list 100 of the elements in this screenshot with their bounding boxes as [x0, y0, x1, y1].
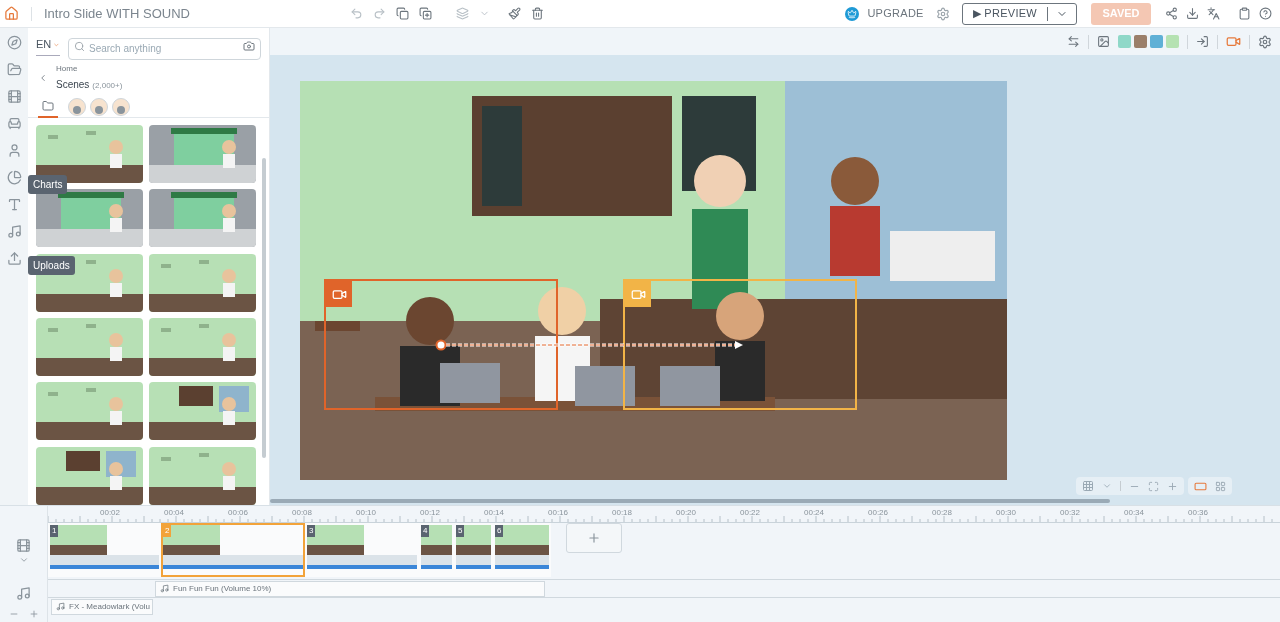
music-icon[interactable] [16, 585, 31, 601]
scene-thumbnail[interactable] [36, 446, 143, 505]
scene-thumbnail[interactable] [36, 318, 143, 376]
home-icon[interactable] [4, 6, 19, 21]
time-label: 00:02 [100, 507, 121, 519]
time-label: 00:26 [868, 507, 889, 519]
pie-chart-icon[interactable] [6, 170, 22, 185]
scene-thumbnail[interactable] [36, 382, 143, 441]
time-label: 00:22 [740, 507, 761, 519]
scene-thumbnail[interactable] [149, 382, 256, 441]
trash-icon[interactable] [530, 7, 544, 20]
language-dropdown[interactable]: EN [36, 36, 60, 56]
scrollbar[interactable] [262, 158, 266, 458]
time-label: 00:36 [1188, 507, 1209, 519]
tooltip: Uploads [28, 256, 75, 275]
scene-number: 5 [456, 525, 465, 537]
chair-icon[interactable] [6, 116, 22, 131]
film-icon[interactable] [16, 537, 31, 553]
image-icon[interactable] [1097, 35, 1110, 48]
time-label: 00:18 [612, 507, 633, 519]
scene-clip[interactable]: 1 [48, 523, 161, 577]
scene-number: 1 [50, 525, 59, 537]
scene-thumbnail[interactable] [149, 253, 256, 312]
scene-clip[interactable]: 4 [419, 523, 454, 577]
audio-clip[interactable]: FX - Meadowlark (Volu [51, 598, 153, 615]
character-avatar-tab[interactable] [112, 97, 130, 116]
download-icon[interactable] [1186, 7, 1199, 20]
time-label: 00:16 [548, 507, 569, 519]
zoom-in-icon[interactable] [1167, 480, 1178, 492]
fit-icon[interactable] [1148, 480, 1159, 492]
section-title: Scenes [56, 78, 90, 92]
zoom-in-icon[interactable] [28, 609, 39, 619]
undo-icon[interactable] [349, 7, 363, 20]
plus-icon [587, 531, 601, 545]
camera-icon[interactable] [243, 40, 255, 52]
project-title[interactable]: Intro Slide WITH SOUND [44, 3, 190, 24]
clipboard-icon[interactable] [1238, 7, 1251, 20]
audio-clip[interactable]: Fun Fun Fun (Volume 10%) [155, 580, 545, 597]
color-swatch[interactable] [1150, 35, 1163, 48]
scene-thumbnail[interactable] [149, 318, 256, 376]
swap-icon[interactable] [1067, 35, 1080, 48]
folder-icon[interactable] [6, 62, 22, 77]
camera-frame[interactable] [324, 279, 558, 410]
scene-number: 3 [307, 525, 316, 537]
enter-icon[interactable] [1196, 35, 1209, 48]
motion-path[interactable] [435, 339, 745, 351]
redo-icon[interactable] [372, 7, 386, 20]
time-label: 00:32 [1060, 507, 1081, 519]
search-icon [74, 41, 85, 52]
color-swatch[interactable] [1166, 35, 1179, 48]
folder-icon [42, 99, 54, 112]
music-icon [160, 584, 169, 593]
compass-icon[interactable] [6, 35, 22, 50]
scene-clip[interactable]: 5 [454, 523, 493, 577]
scene-clip[interactable]: 6 [493, 523, 551, 577]
time-label: 00:04 [164, 507, 185, 519]
caret-icon[interactable] [1102, 481, 1112, 491]
layers-icon[interactable] [455, 7, 469, 20]
upload-icon[interactable] [6, 251, 22, 266]
back-icon[interactable] [38, 72, 48, 83]
scene-number: 6 [495, 525, 504, 537]
person-icon[interactable] [6, 143, 22, 158]
share-icon[interactable] [1165, 7, 1178, 20]
scene-thumbnail[interactable] [36, 189, 143, 248]
scene-thumbnail[interactable] [149, 446, 256, 505]
color-swatch[interactable] [1134, 35, 1147, 48]
time-label: 00:34 [1124, 507, 1145, 519]
upgrade-link[interactable]: UPGRADE [867, 5, 924, 22]
settings-icon[interactable] [1258, 34, 1272, 49]
scene-thumbnail[interactable] [149, 189, 256, 248]
brush-icon[interactable] [507, 7, 521, 20]
character-avatar-tab[interactable] [68, 97, 86, 116]
scene-number: 4 [421, 525, 430, 537]
character-avatar-tab[interactable] [90, 97, 108, 116]
translate-icon[interactable] [1207, 7, 1220, 20]
text-icon[interactable] [6, 197, 22, 212]
layout-grid-icon[interactable] [1215, 480, 1226, 492]
scene-number: 2 [163, 525, 172, 537]
time-label: 00:14 [484, 507, 505, 519]
time-label: 00:06 [228, 507, 249, 519]
search-field[interactable]: Search anything [68, 37, 261, 60]
breadcrumb-link[interactable]: Home [56, 63, 123, 75]
grid-icon[interactable] [1082, 480, 1094, 492]
copy-icon[interactable] [395, 7, 409, 20]
duplicate-icon[interactable] [418, 7, 432, 20]
color-swatch[interactable] [1118, 35, 1131, 48]
music-icon[interactable] [6, 224, 22, 239]
camera-frame[interactable] [623, 279, 857, 410]
time-label: 00:12 [420, 507, 441, 519]
camera-icon[interactable] [1226, 34, 1241, 49]
help-icon[interactable] [1259, 7, 1272, 20]
time-label: 00:10 [356, 507, 377, 519]
crown-icon [845, 6, 860, 21]
settings-icon[interactable] [935, 6, 950, 21]
time-label: 00:24 [804, 507, 825, 519]
horizontal-scrollbar[interactable] [270, 499, 1110, 503]
scene-clip[interactable]: 3 [305, 523, 419, 577]
film-icon[interactable] [6, 89, 22, 104]
scene-thumbnail[interactable] [149, 125, 256, 183]
time-label: 00:30 [996, 507, 1017, 519]
